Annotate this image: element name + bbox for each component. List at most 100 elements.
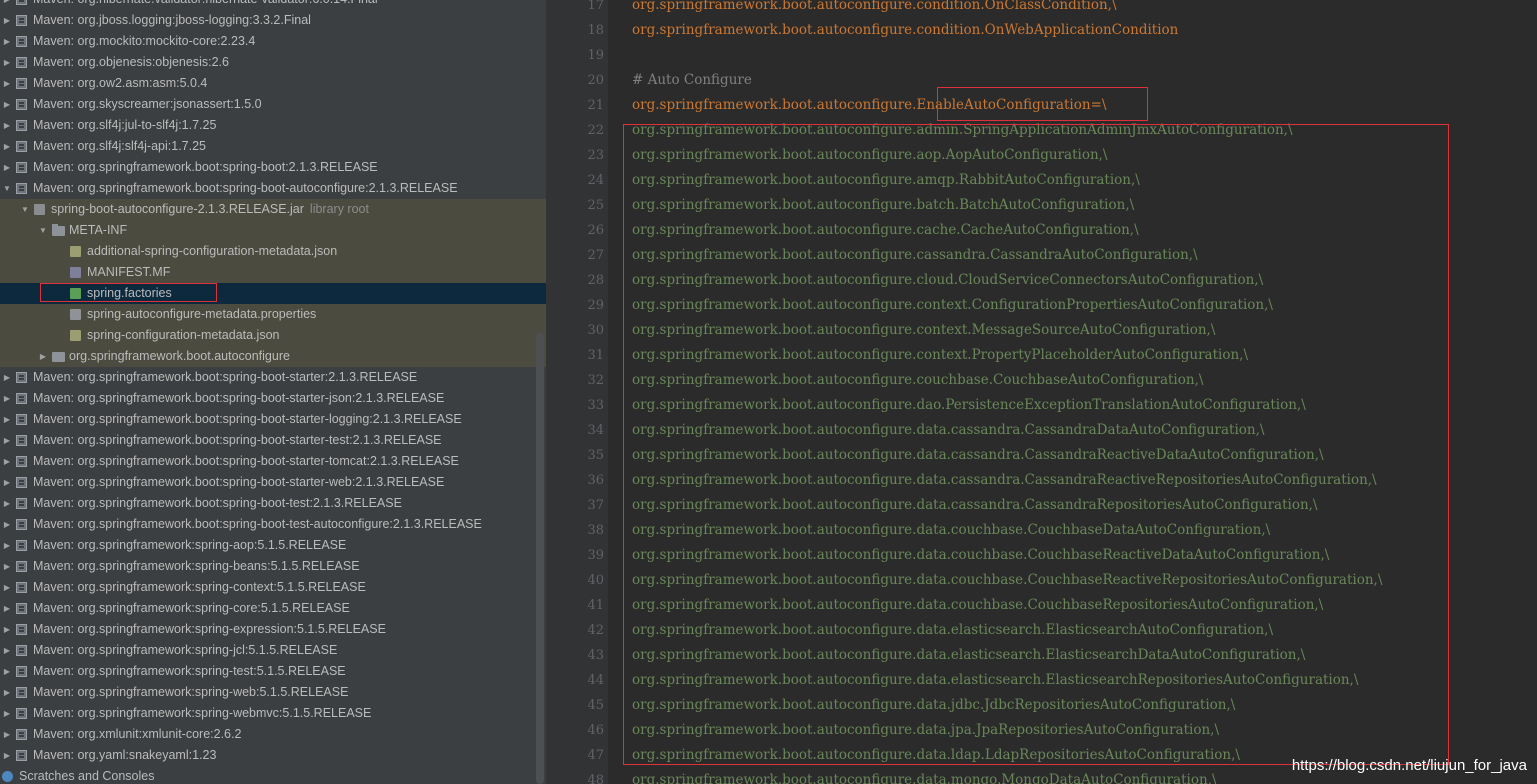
code-line[interactable]: org.springframework.boot.autoconfigure.c… — [632, 243, 1198, 268]
code-line[interactable]: org.springframework.boot.autoconfigure.d… — [632, 468, 1377, 493]
tree-row[interactable]: ▶ Maven: org.springframework.boot:spring-… — [0, 388, 546, 409]
code-line[interactable]: org.springframework.boot.autoconfigure.c… — [632, 268, 1263, 293]
tree-row[interactable]: ▶ Maven: org.hibernate.validator:hibernat… — [0, 0, 546, 10]
tree-row[interactable]: Scratches and Consoles — [0, 766, 546, 784]
collapse-arrow-icon[interactable]: ▼ — [38, 220, 48, 241]
expand-arrow-icon[interactable]: ▶ — [2, 556, 12, 577]
expand-arrow-icon[interactable]: ▶ — [2, 367, 12, 388]
expand-arrow-icon[interactable]: ▶ — [2, 577, 12, 598]
tree-row[interactable]: ▶ Maven: org.springframework.boot:spring-… — [0, 451, 546, 472]
tree-row[interactable]: MANIFEST.MF — [0, 262, 546, 283]
tree-row[interactable]: ▶ Maven: org.springframework.boot:spring-… — [0, 409, 546, 430]
code-line[interactable]: org.springframework.boot.autoconfigure.c… — [632, 343, 1248, 368]
code-line[interactable]: org.springframework.boot.autoconfigure.d… — [632, 593, 1323, 618]
tree-row[interactable]: ▶ Maven: org.mockito:mockito-core:2.23.4 — [0, 31, 546, 52]
code-line[interactable]: org.springframework.boot.autoconfigure.d… — [632, 493, 1317, 518]
tree-row[interactable]: ▼ META-INF — [0, 220, 546, 241]
tree-row[interactable]: ▶ Maven: org.jboss.logging:jboss-logging:… — [0, 10, 546, 31]
expand-arrow-icon[interactable]: ▶ — [2, 514, 12, 535]
code-line[interactable]: org.springframework.boot.autoconfigure.d… — [632, 693, 1235, 718]
tree-row[interactable]: ▶ Maven: org.ow2.asm:asm:5.0.4 — [0, 73, 546, 94]
tree-row[interactable]: spring-autoconfigure-metadata.properties — [0, 304, 546, 325]
expand-arrow-icon[interactable]: ▶ — [2, 430, 12, 451]
expand-arrow-icon[interactable]: ▶ — [2, 31, 12, 52]
expand-arrow-icon[interactable]: ▶ — [2, 661, 12, 682]
expand-arrow-icon[interactable]: ▶ — [2, 115, 12, 136]
code-line[interactable]: org.springframework.boot.autoconfigure.d… — [632, 393, 1306, 418]
tree-row[interactable]: ▶ Maven: org.springframework.boot:spring-… — [0, 367, 546, 388]
code-line[interactable]: org.springframework.boot.autoconfigure.a… — [632, 168, 1140, 193]
expand-arrow-icon[interactable]: ▶ — [2, 409, 12, 430]
code-line[interactable]: org.springframework.boot.autoconfigure.c… — [632, 218, 1139, 243]
tree-row[interactable]: ▶ Maven: org.xmlunit:xmlunit-core:2.6.2 — [0, 724, 546, 745]
code-line[interactable]: org.springframework.boot.autoconfigure.a… — [632, 118, 1293, 143]
code-line[interactable]: org.springframework.boot.autoconfigure.c… — [632, 18, 1178, 43]
expand-arrow-icon[interactable]: ▶ — [2, 0, 12, 10]
code-line[interactable]: org.springframework.boot.autoconfigure.d… — [632, 543, 1329, 568]
tree-row[interactable]: additional-spring-configuration-metadata… — [0, 241, 546, 262]
tree-row[interactable]: ▶ Maven: org.springframework.boot:spring-… — [0, 430, 546, 451]
tree-row[interactable]: ▶ Maven: org.skyscreamer:jsonassert:1.5.0 — [0, 94, 546, 115]
expand-arrow-icon[interactable]: ▶ — [2, 535, 12, 556]
tree-row[interactable]: ▶ Maven: org.springframework:spring-jcl:5… — [0, 640, 546, 661]
code-line[interactable]: org.springframework.boot.autoconfigure.d… — [632, 718, 1219, 743]
expand-arrow-icon[interactable]: ▶ — [2, 157, 12, 178]
collapse-arrow-icon[interactable]: ▼ — [2, 178, 12, 199]
expand-arrow-icon[interactable]: ▶ — [2, 745, 12, 766]
collapse-arrow-icon[interactable]: ▼ — [20, 199, 30, 220]
expand-arrow-icon[interactable]: ▶ — [2, 136, 12, 157]
code-line[interactable]: org.springframework.boot.autoconfigure.c… — [632, 0, 1117, 18]
code-line[interactable]: org.springframework.boot.autoconfigure.d… — [632, 443, 1324, 468]
expand-arrow-icon[interactable]: ▶ — [2, 52, 12, 73]
tree-row[interactable]: ▶ Maven: org.objenesis:objenesis:2.6 — [0, 52, 546, 73]
tree-row[interactable]: ▶ Maven: org.springframework.boot:spring-… — [0, 472, 546, 493]
code-line[interactable]: org.springframework.boot.autoconfigure.a… — [632, 143, 1107, 168]
code-line[interactable]: org.springframework.boot.autoconfigure.d… — [632, 518, 1270, 543]
expand-arrow-icon[interactable]: ▶ — [2, 703, 12, 724]
code-line[interactable]: org.springframework.boot.autoconfigure.E… — [632, 93, 1106, 118]
expand-arrow-icon[interactable]: ▶ — [2, 451, 12, 472]
code-line[interactable]: # Auto Configure — [632, 68, 752, 93]
expand-arrow-icon[interactable]: ▶ — [2, 640, 12, 661]
code-line[interactable]: org.springframework.boot.autoconfigure.d… — [632, 768, 1217, 784]
expand-arrow-icon[interactable]: ▶ — [2, 619, 12, 640]
expand-arrow-icon[interactable]: ▶ — [2, 10, 12, 31]
tree-row[interactable]: ▶ Maven: org.yaml:snakeyaml:1.23 — [0, 745, 546, 766]
expand-arrow-icon[interactable]: ▶ — [2, 493, 12, 514]
tree-row[interactable]: ▶ Maven: org.springframework:spring-conte… — [0, 577, 546, 598]
tree-row[interactable]: ▼ spring-boot-autoconfigure-2.1.3.RELEASE… — [0, 199, 546, 220]
code-line[interactable]: org.springframework.boot.autoconfigure.c… — [632, 368, 1203, 393]
tree-scrollbar[interactable] — [536, 332, 544, 784]
tree-row[interactable]: ▶ Maven: org.springframework:spring-core:… — [0, 598, 546, 619]
tree-row[interactable]: ▶ Maven: org.springframework.boot:spring-… — [0, 157, 546, 178]
code-line[interactable]: org.springframework.boot.autoconfigure.c… — [632, 318, 1215, 343]
code-line[interactable]: org.springframework.boot.autoconfigure.d… — [632, 743, 1240, 768]
code-line[interactable]: org.springframework.boot.autoconfigure.d… — [632, 668, 1358, 693]
expand-arrow-icon[interactable]: ▶ — [2, 94, 12, 115]
tree-row[interactable]: ▶ Maven: org.springframework.boot:spring-… — [0, 493, 546, 514]
expand-arrow-icon[interactable]: ▶ — [2, 73, 12, 94]
tree-row[interactable]: ▶ Maven: org.slf4j:jul-to-slf4j:1.7.25 — [0, 115, 546, 136]
expand-arrow-icon[interactable]: ▶ — [2, 724, 12, 745]
tree-row[interactable]: ▼ Maven: org.springframework.boot:spring-… — [0, 178, 546, 199]
tree-row[interactable]: ▶ Maven: org.springframework:spring-test:… — [0, 661, 546, 682]
tree-row[interactable]: spring-configuration-metadata.json — [0, 325, 546, 346]
code-line[interactable]: org.springframework.boot.autoconfigure.d… — [632, 418, 1264, 443]
tree-row[interactable]: ▶ Maven: org.springframework:spring-expre… — [0, 619, 546, 640]
code-line[interactable]: org.springframework.boot.autoconfigure.c… — [632, 293, 1273, 318]
tree-row[interactable]: ▶ Maven: org.springframework:spring-web:5… — [0, 682, 546, 703]
tree-row[interactable]: ▶ org.springframework.boot.autoconfigure — [0, 346, 546, 367]
expand-arrow-icon[interactable]: ▶ — [38, 346, 48, 367]
code-line[interactable]: org.springframework.boot.autoconfigure.d… — [632, 568, 1382, 593]
expand-arrow-icon[interactable]: ▶ — [2, 682, 12, 703]
expand-arrow-icon[interactable]: ▶ — [2, 598, 12, 619]
code-line[interactable]: org.springframework.boot.autoconfigure.d… — [632, 643, 1305, 668]
code-line[interactable]: org.springframework.boot.autoconfigure.b… — [632, 193, 1134, 218]
tree-row[interactable]: ▶ Maven: org.slf4j:slf4j-api:1.7.25 — [0, 136, 546, 157]
tree-row[interactable]: ▶ Maven: org.springframework.boot:spring-… — [0, 514, 546, 535]
tree-row[interactable]: ▶ Maven: org.springframework:spring-aop:5… — [0, 535, 546, 556]
tree-row[interactable]: ▶ Maven: org.springframework:spring-beans… — [0, 556, 546, 577]
expand-arrow-icon[interactable]: ▶ — [2, 388, 12, 409]
code-line[interactable]: org.springframework.boot.autoconfigure.d… — [632, 618, 1273, 643]
tree-row[interactable]: spring.factories — [0, 283, 546, 304]
